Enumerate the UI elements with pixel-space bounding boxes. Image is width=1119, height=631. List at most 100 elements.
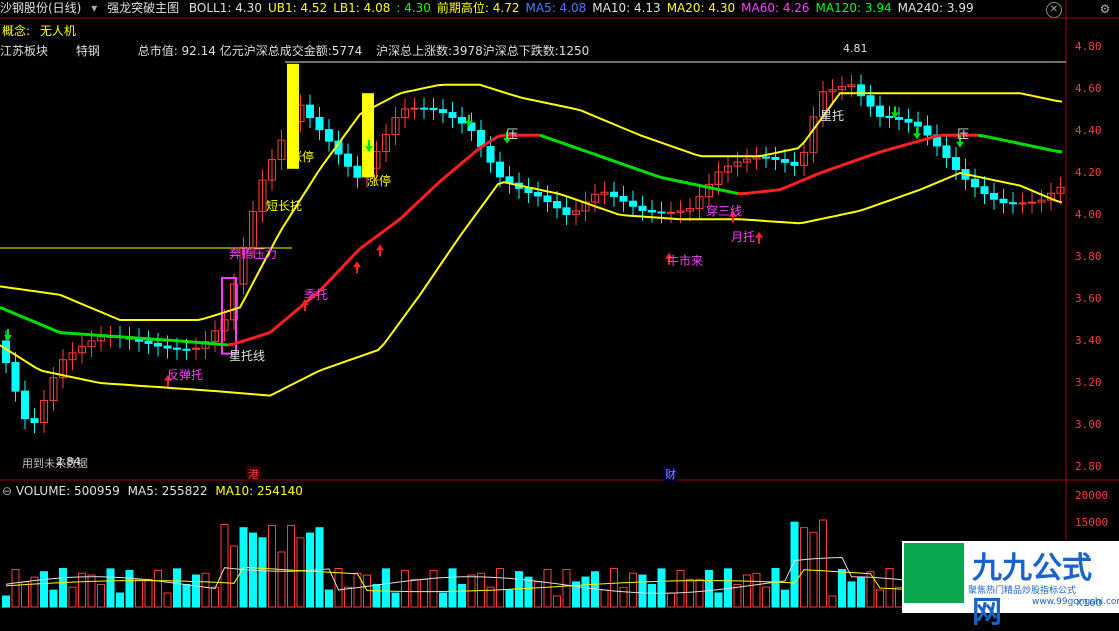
candle-body [1010,203,1017,204]
star-support-line-label: 星托线 [229,347,265,364]
candle-body [316,118,323,130]
low-price-label: 2.84 [56,455,81,468]
middle-band-segment [192,342,198,343]
middle-band-segment [564,144,570,146]
port-marker[interactable]: 港 [246,466,261,482]
middle-band-segment [414,200,420,206]
candle-body [991,193,998,199]
pressure-label-2: 压 [957,125,969,142]
middle-band-segment [360,244,366,248]
volume-bar [763,587,770,607]
middle-band-segment [0,307,6,310]
volume-bar [392,593,399,607]
middle-band-segment [216,344,222,345]
middle-band-segment [246,338,252,340]
price-tick-label: 4.20 [1075,166,1102,179]
pressure-label-1: 压 [506,125,518,142]
candle-body [459,118,466,124]
limit-up-label-1: 涨停 [290,148,314,165]
volume-bar [535,582,542,607]
volume-bar [497,569,504,607]
middle-band-segment [408,206,414,212]
volume-bar [801,528,808,607]
middle-band-segment [384,227,390,231]
volume-bar [782,590,789,607]
candle-body [326,130,333,141]
candle-body [772,157,779,159]
volume-bar [145,579,152,607]
middle-band-segment [828,168,834,170]
middle-band-segment [1014,142,1020,143]
middle-band-segment [222,345,228,346]
volume-bar [582,577,589,607]
volume-bar [506,590,513,607]
middle-band-segment [426,189,432,195]
middle-band-segment [816,172,822,174]
volume-bar [22,582,29,607]
volume-bar [12,570,19,607]
finance-marker[interactable]: 财 [663,466,678,482]
middle-band-segment [630,167,636,169]
volume-bar [373,584,380,607]
middle-band-segment [876,151,882,153]
volume-bar [345,587,352,607]
volume-bar [164,593,171,607]
middle-band-segment [744,193,750,194]
down-arrow-icon [913,127,921,139]
bull-market-label: 牛市来 [667,252,703,269]
volume-bar [136,579,143,607]
volume-bar [50,590,57,607]
volume-bar [848,582,855,607]
volume-bar [820,520,827,607]
middle-band-segment [726,191,732,192]
volume-bar [174,569,181,607]
anchor-up-label: 奔腾压力 [229,245,277,262]
candle-body [668,212,675,213]
volume-bar [715,593,722,607]
middle-band-segment [180,341,186,342]
candle-body [639,206,646,210]
volume-bar [3,596,10,607]
volume-bar [411,579,418,607]
month-support-label: 月托 [731,228,755,245]
candle-body [915,122,922,126]
price-tick-label: 3.00 [1075,418,1102,431]
middle-band-segment [702,186,708,187]
middle-band-segment [990,137,996,138]
middle-band-segment [276,323,282,328]
middle-band-segment [930,136,936,138]
volume-bar [383,569,390,607]
middle-band-segment [768,190,774,191]
volume-bar [297,538,304,607]
volume-bar [449,569,456,607]
candle-body [877,106,884,116]
candle-body [535,193,542,196]
middle-band-segment [996,139,1002,140]
middle-band-segment [336,268,342,274]
candle-body [411,108,418,109]
middle-band-segment [924,138,930,140]
middle-band-segment [372,235,378,239]
volume-bar [687,579,694,607]
candle-body [449,113,456,118]
volume-bar [696,579,703,607]
candle-body [12,363,19,392]
middle-band-segment [1050,150,1056,151]
middle-band-segment [228,344,234,345]
cross-three-label: 穿三线 [706,202,742,219]
middle-band-segment [42,325,48,328]
candle-body [563,208,570,215]
middle-band-segment [294,307,300,312]
up-arrow-icon [353,261,361,273]
middle-band-segment [642,171,648,173]
volume-bar [202,573,209,607]
volume-bar [440,593,447,607]
volume-bar [620,587,627,607]
middle-band-segment [462,158,468,163]
volume-dropdown-icon[interactable]: ⊖ [2,484,12,498]
kline-chart[interactable] [0,0,1119,613]
volume-bar [668,593,675,607]
middle-band-segment [780,187,786,190]
volume-bar [231,546,238,607]
volume-bar [658,569,665,607]
